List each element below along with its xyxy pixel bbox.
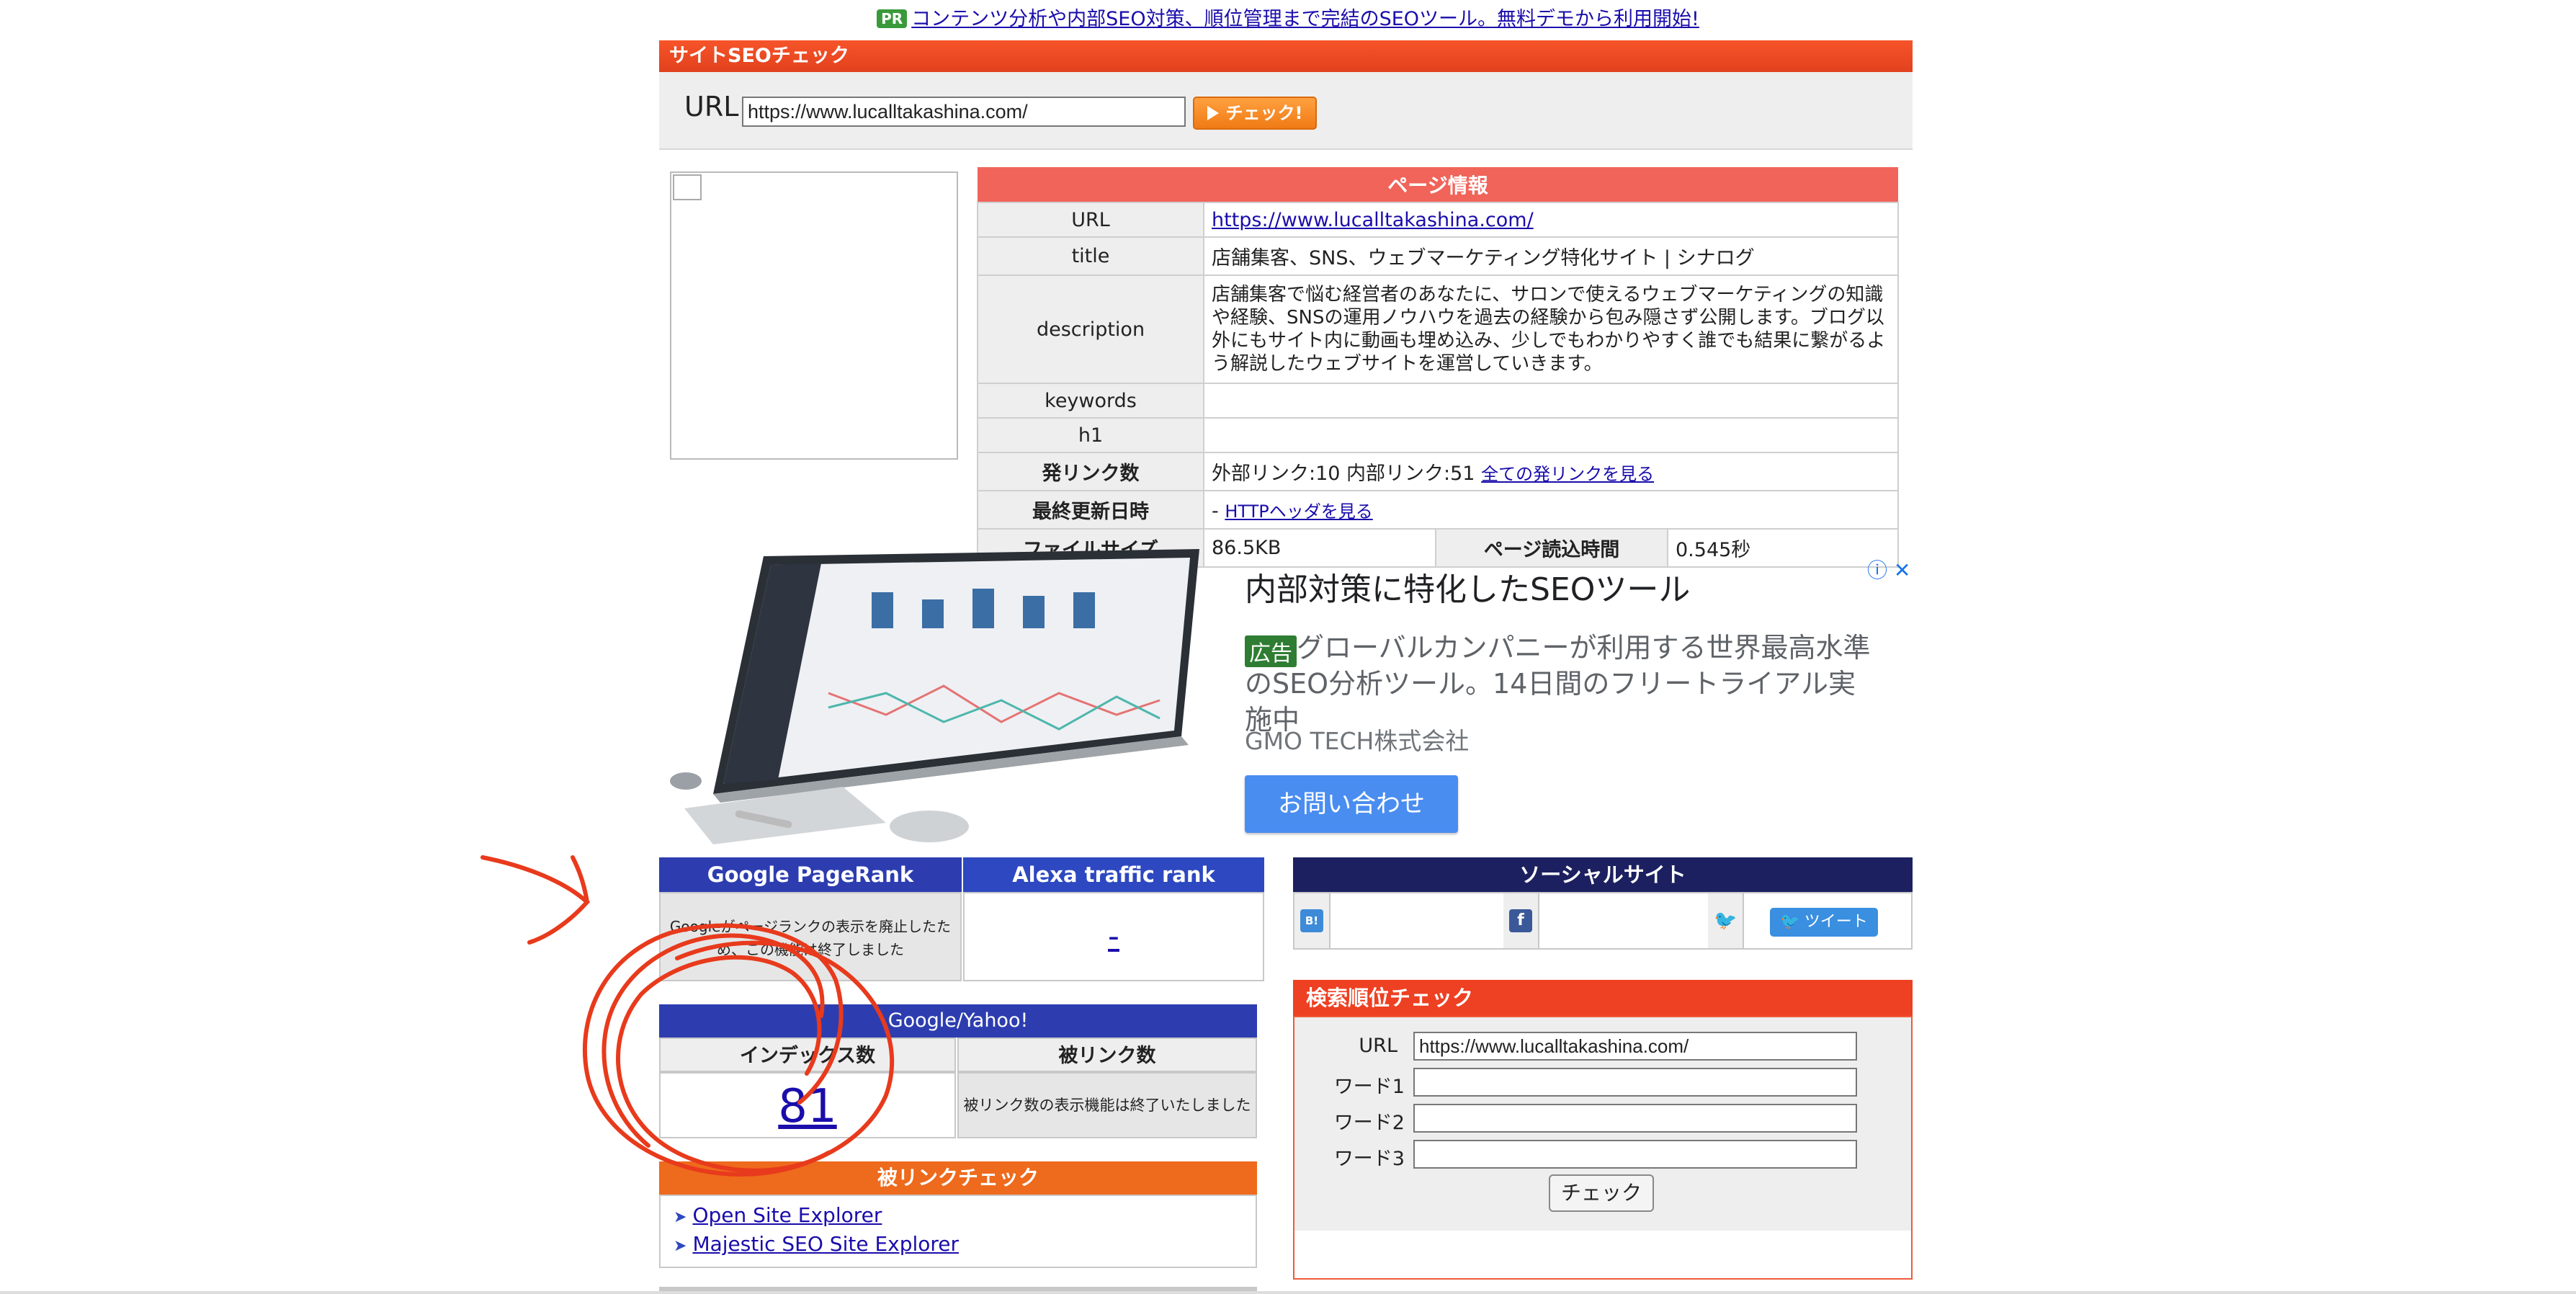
check-button-label: チェック! [1225, 103, 1303, 123]
keywords-value [1203, 383, 1899, 419]
search-url-input[interactable]: https://www.lucalltakashina.com/ [1413, 1032, 1857, 1061]
ad-company[interactable]: GMO TECH株式会社 [1245, 722, 1469, 757]
url-value-link[interactable]: https://www.lucalltakashina.com/ [1212, 209, 1534, 231]
site-seo-check-header: サイトSEOチェック [659, 40, 1913, 72]
facebook-icon[interactable]: f [1509, 909, 1532, 932]
h1-key: h1 [977, 417, 1204, 453]
description-key: description [977, 275, 1204, 384]
hatena-cell: B! [1294, 893, 1331, 948]
loadtime-value: 0.545秒 [1667, 528, 1899, 568]
links-key: 発リンク数 [977, 452, 1204, 491]
index-count-link[interactable]: 81 [778, 1080, 836, 1133]
arrow-icon: ➤ [674, 1208, 687, 1226]
search-rank-footer [1294, 1231, 1911, 1278]
alexa-rank-header: Alexa traffic rank [963, 857, 1264, 892]
pr-banner: PR コンテンツ分析や内部SEO対策、順位管理まで完結のSEOツール。無料デモから… [0, 3, 2576, 31]
word2-label: ワード2 [1333, 1112, 1405, 1134]
alexa-rank-link[interactable]: - [1108, 918, 1119, 955]
ad-tag: 広告 [1245, 635, 1297, 667]
play-icon [1207, 106, 1219, 120]
google-pagerank-header: Google PageRank [659, 857, 962, 892]
search-rank-header: 検索順位チェック [1293, 980, 1913, 1016]
url-label: URL [684, 91, 739, 122]
open-site-explorer-link[interactable]: Open Site Explorer [692, 1203, 882, 1227]
twitter-bird-icon[interactable]: 🐦 [1714, 909, 1737, 932]
twitter-cell: 🐦 [1708, 893, 1744, 948]
tweet-button[interactable]: 🐦 ツイート [1770, 908, 1878, 937]
backlink-count-value: 被リンク数の表示機能は終了いたしました [957, 1072, 1257, 1138]
search-rank-check-button[interactable]: チェック [1549, 1174, 1654, 1212]
page-bottom-border [0, 1291, 2576, 1294]
facebook-count [1538, 893, 1709, 948]
keywords-key: keywords [977, 383, 1204, 419]
hatena-bookmark-icon[interactable]: B! [1300, 909, 1323, 932]
broken-image-icon [673, 174, 702, 200]
word1-input[interactable] [1413, 1068, 1857, 1097]
ad-close-icon[interactable]: ⓘ ✕ [1867, 555, 1910, 584]
pr-badge: PR [877, 9, 908, 28]
ad-contact-button[interactable]: お問い合わせ [1245, 775, 1458, 833]
all-links-link[interactable]: 全ての発リンクを見る [1481, 464, 1654, 484]
arrow-icon: ➤ [674, 1237, 687, 1255]
title-key: title [977, 236, 1204, 276]
word1-label: ワード1 [1333, 1076, 1405, 1098]
google-pagerank-value: Googleがページランクの表示を廃止したため、この機能は終了しました [659, 892, 962, 981]
backlink-count-label: 被リンク数 [957, 1038, 1257, 1072]
url-input[interactable]: https://www.lucalltakashina.com/ [742, 97, 1186, 127]
search-url-label: URL [1359, 1035, 1397, 1057]
hatena-count [1329, 893, 1505, 948]
word2-input[interactable] [1413, 1104, 1857, 1133]
backlink-check-list: ➤ Open Site Explorer ➤ Majestic SEO Site E… [659, 1195, 1257, 1268]
ad-title[interactable]: 内部対策に特化したSEOツール [1245, 563, 1690, 610]
word3-label: ワード3 [1333, 1148, 1405, 1170]
majestic-seo-link[interactable]: Majestic SEO Site Explorer [692, 1232, 959, 1256]
site-thumbnail [670, 171, 958, 460]
index-count-label: インデックス数 [659, 1038, 956, 1072]
index-count-value: 81 [659, 1072, 956, 1138]
facebook-cell: f [1503, 893, 1539, 948]
word3-input[interactable] [1413, 1140, 1857, 1169]
updated-value: - [1212, 500, 1225, 522]
ad-computer-image[interactable] [670, 549, 1217, 852]
loadtime-key: ページ読込時間 [1435, 528, 1668, 568]
h1-value [1203, 417, 1899, 453]
description-value: 店舗集客で悩む経営者のあなたに、サロンで使えるウェブマーケティングの知識や経験、… [1203, 275, 1899, 384]
social-sites-row: B! f 🐦 🐦 ツイート [1293, 892, 1913, 950]
page-info-header: ページ情報 [978, 167, 1898, 202]
alexa-rank-value: - [963, 892, 1264, 981]
social-sites-header: ソーシャルサイト [1293, 857, 1913, 892]
http-header-link[interactable]: HTTPヘッダを見る [1225, 501, 1372, 522]
updated-key: 最終更新日時 [977, 490, 1204, 530]
title-value: 店舗集客、SNS、ウェブマーケティング特化サイト | シナログ [1203, 236, 1899, 276]
pr-link[interactable]: コンテンツ分析や内部SEO対策、順位管理まで完結のSEOツール。無料デモから利用… [911, 8, 1699, 30]
tweet-button-label: ツイート [1804, 913, 1868, 931]
page-info-table: ページ情報 URL https://www.lucalltakashina.co… [977, 167, 1899, 568]
filesize-value: 86.5KB [1203, 528, 1436, 568]
url-key: URL [977, 202, 1204, 238]
twitter-icon: 🐦 [1780, 913, 1800, 931]
links-value: 外部リンク:10 内部リンク:51 [1212, 463, 1475, 485]
backlink-check-header: 被リンクチェック [659, 1161, 1257, 1195]
check-button[interactable]: チェック! [1193, 97, 1317, 130]
google-yahoo-header: Google/Yahoo! [659, 1004, 1257, 1038]
